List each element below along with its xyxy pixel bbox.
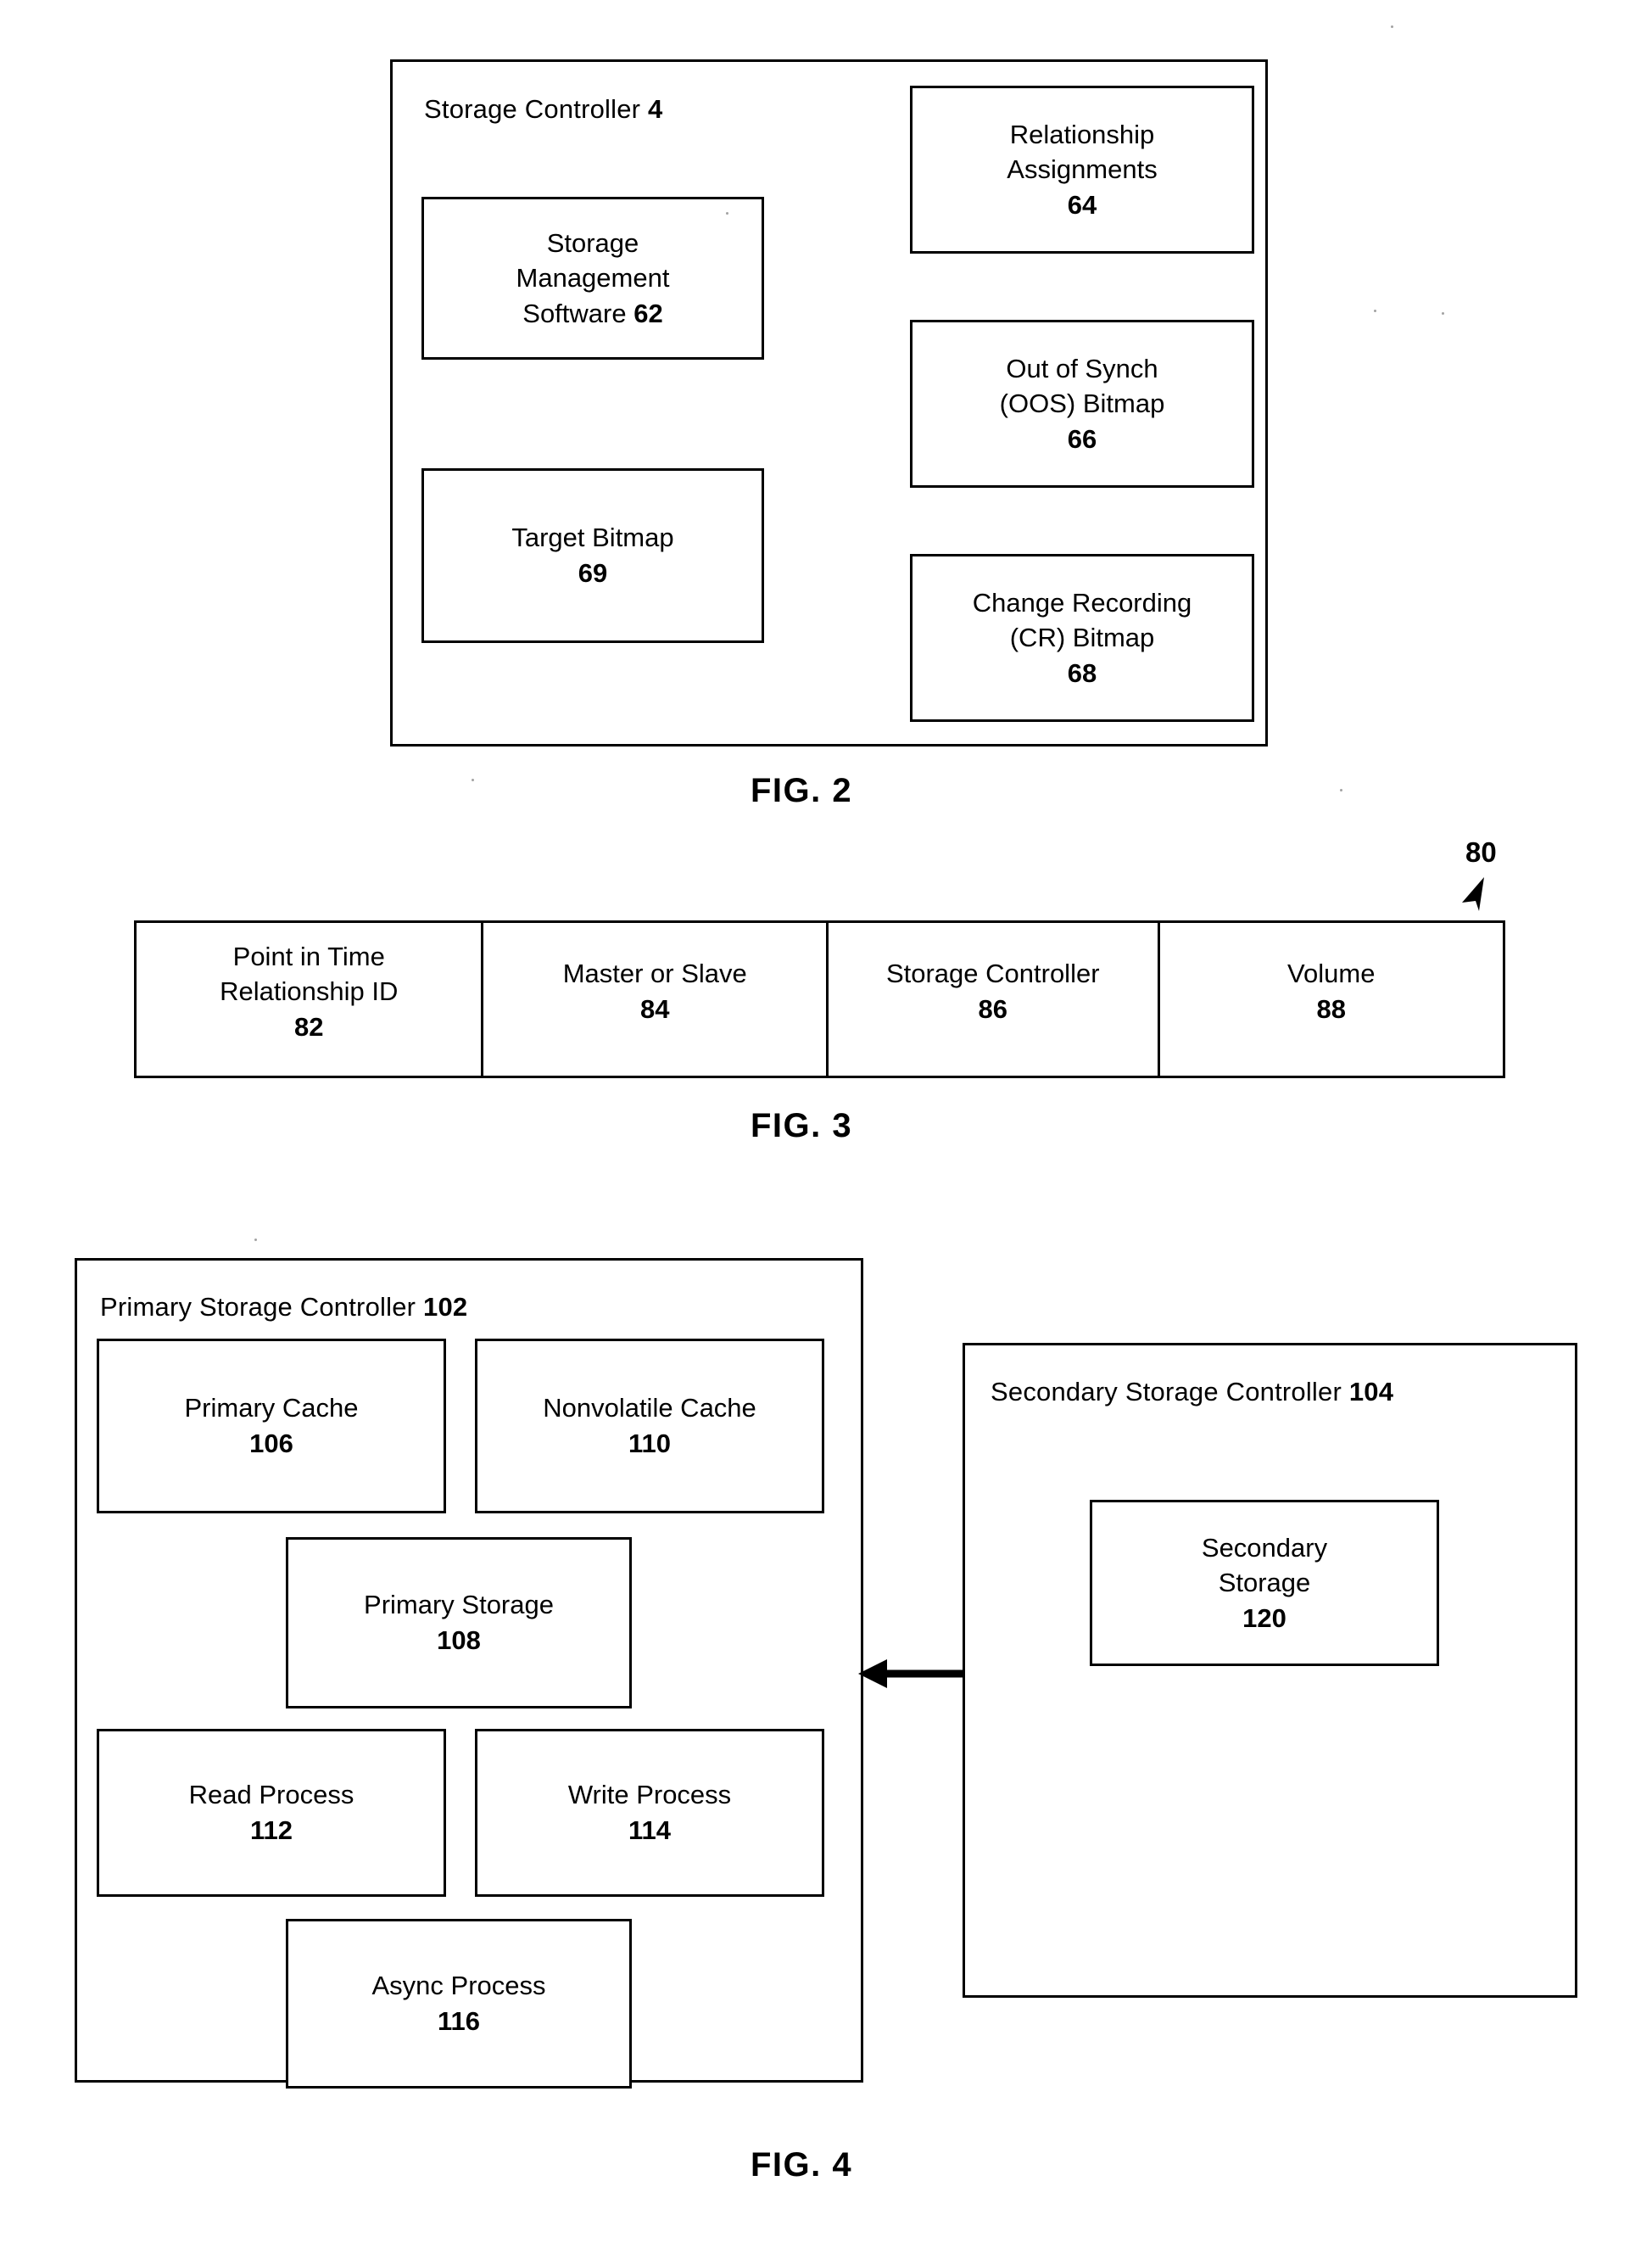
cell2-ref: 86 xyxy=(978,994,1007,1024)
fig4-primary-cache-box: Primary Cache 106 xyxy=(97,1339,446,1513)
fig4-read-process-box: Read Process 112 xyxy=(97,1729,446,1897)
scan-speck xyxy=(254,1239,257,1241)
scan-speck xyxy=(1391,25,1393,28)
target-bitmap-label: Target Bitmap xyxy=(511,523,674,553)
fig3-callout-arrow xyxy=(1462,877,1484,911)
cell1-ref: 84 xyxy=(639,994,670,1024)
nonvolatile-cache-label: Nonvolatile Cache xyxy=(543,1393,756,1423)
scan-speck xyxy=(1442,312,1444,315)
fig4-secondary-storage-box: Secondary Storage 120 xyxy=(1090,1500,1439,1666)
cr-line-2: (CR) Bitmap xyxy=(1009,623,1155,653)
write-process-label: Write Process xyxy=(567,1780,732,1810)
nonvolatile-cache-ref: 110 xyxy=(628,1429,671,1458)
fig4-secondary-ref: 104 xyxy=(1348,1377,1394,1406)
fig4-secondary-title: Secondary Storage Controller 104 xyxy=(991,1376,1393,1409)
fig2-relationship-assignments-box: Relationship Assignments 64 xyxy=(910,86,1254,254)
cell0-line-2: Relationship ID xyxy=(220,976,399,1007)
table-cell-master-or-slave: Master or Slave 84 xyxy=(483,923,829,1076)
cell3-ref: 88 xyxy=(1316,994,1346,1024)
scan-speck xyxy=(726,212,728,215)
cell0-line-1: Point in Time xyxy=(232,941,385,971)
fig2-caption: FIG. 2 xyxy=(751,772,853,809)
fig4-nonvolatile-cache-box: Nonvolatile Cache 110 xyxy=(475,1339,824,1513)
rel-assign-line-1: Relationship xyxy=(1009,119,1155,149)
secondary-storage-line-2: Storage xyxy=(1218,1568,1311,1598)
primary-storage-label: Primary Storage xyxy=(364,1590,554,1620)
cell0-ref: 82 xyxy=(294,1011,324,1042)
target-bitmap-ref: 69 xyxy=(578,558,608,588)
fig4-primary-title-text: Primary Storage Controller xyxy=(100,1292,416,1322)
secondary-storage-ref: 120 xyxy=(1242,1602,1286,1633)
fig4-async-process-box: Async Process 116 xyxy=(286,1919,632,2089)
fig3-caption: FIG. 3 xyxy=(751,1107,853,1144)
smsw-line-2: Management xyxy=(516,263,670,294)
cell3-line-1: Volume xyxy=(1287,959,1376,989)
patent-drawing-sheet: Storage Controller 4 Storage Management … xyxy=(0,0,1652,2248)
rel-assign-line-2: Assignments xyxy=(1007,154,1158,185)
smsw-line-1: Storage xyxy=(546,227,639,258)
secondary-storage-line-1: Secondary xyxy=(1201,1532,1328,1563)
fig4-write-process-box: Write Process 114 xyxy=(475,1729,824,1897)
cell2-line-1: Storage Controller xyxy=(885,959,1100,989)
scan-speck xyxy=(1374,310,1376,312)
primary-cache-ref: 106 xyxy=(249,1429,293,1458)
primary-cache-label: Primary Cache xyxy=(184,1393,359,1423)
smsw-tail-text: Software xyxy=(522,298,627,328)
async-process-ref: 116 xyxy=(437,2006,480,2036)
fig2-storage-controller-title: Storage Controller 4 xyxy=(424,93,662,126)
read-process-label: Read Process xyxy=(188,1780,354,1810)
fig4-primary-storage-box: Primary Storage 108 xyxy=(286,1537,632,1708)
primary-storage-ref: 108 xyxy=(437,1625,481,1655)
fig4-secondary-title-text: Secondary Storage Controller xyxy=(991,1377,1342,1406)
write-process-ref: 114 xyxy=(628,1815,671,1845)
cr-line-1: Change Recording xyxy=(972,587,1192,618)
fig4-primary-title: Primary Storage Controller 102 xyxy=(100,1291,467,1324)
table-cell-storage-controller: Storage Controller 86 xyxy=(829,923,1160,1076)
smsw-ref: 62 xyxy=(633,298,663,328)
read-process-ref: 112 xyxy=(249,1815,293,1845)
fig4-primary-ref: 102 xyxy=(423,1292,468,1322)
smsw-line-3: Software 62 xyxy=(522,296,662,332)
oos-ref: 66 xyxy=(1067,423,1097,454)
fig4-secondary-storage-controller-box xyxy=(963,1343,1577,1998)
cr-ref: 68 xyxy=(1067,657,1097,688)
oos-line-2: (OOS) Bitmap xyxy=(999,389,1165,419)
fig3-callout-80: 80 xyxy=(1465,836,1497,868)
oos-line-1: Out of Synch xyxy=(1006,353,1158,383)
fig2-oos-bitmap-box: Out of Synch (OOS) Bitmap 66 xyxy=(910,320,1254,488)
fig2-storage-controller-ref: 4 xyxy=(648,94,663,124)
fig2-storage-controller-title-text: Storage Controller xyxy=(424,94,641,124)
table-cell-volume: Volume 88 xyxy=(1160,923,1503,1076)
fig3-relationship-record-table: Point in Time Relationship ID 82 Master … xyxy=(134,920,1505,1078)
table-cell-point-in-time-relationship-id: Point in Time Relationship ID 82 xyxy=(137,923,484,1076)
async-process-label: Async Process xyxy=(371,1971,546,2001)
scan-speck xyxy=(1340,789,1342,791)
cell1-line-1: Master or Slave xyxy=(562,959,747,989)
fig2-cr-bitmap-box: Change Recording (CR) Bitmap 68 xyxy=(910,554,1254,722)
fig4-caption: FIG. 4 xyxy=(751,2146,853,2184)
fig2-target-bitmap-box: Target Bitmap 69 xyxy=(421,468,764,643)
rel-assign-ref: 64 xyxy=(1067,189,1097,220)
fig2-storage-management-software-box: Storage Management Software 62 xyxy=(421,197,764,360)
scan-speck xyxy=(472,779,474,781)
